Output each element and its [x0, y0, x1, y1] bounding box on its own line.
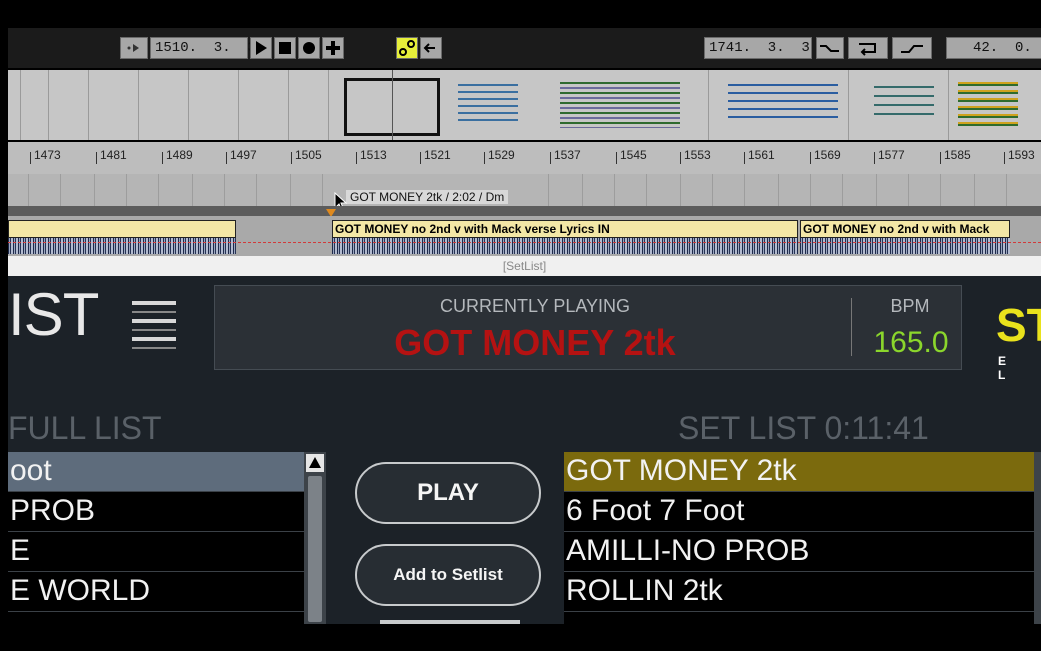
now-playing-panel: CURRENTLY PLAYING GOT MONEY 2tk BPM 165.…	[214, 285, 962, 370]
ruler-tick: 1529	[484, 148, 515, 164]
overview-clip-block	[728, 84, 838, 124]
app-logo-text: IST	[8, 281, 99, 348]
ruler-tick: 1569	[810, 148, 841, 164]
overview-clip-block	[874, 86, 934, 122]
punch-out-icon[interactable]	[892, 37, 932, 59]
follow-icon[interactable]	[396, 37, 418, 59]
beat-time-ruler[interactable]: 1473 1481 1489 1497 1505 1513 1521 1529 …	[8, 142, 1041, 174]
full-list[interactable]: oot PROB E E WORLD	[8, 452, 304, 624]
ruler-tick: 1593	[1004, 148, 1035, 164]
set-list[interactable]: GOT MONEY 2tk 6 Foot 7 Foot AMILLI-NO PR…	[564, 452, 1034, 624]
overview-clip-block	[458, 84, 518, 124]
audio-clip[interactable]: GOT MONEY no 2nd v with Mack	[800, 220, 1010, 238]
ruler-tick: 1561	[744, 148, 775, 164]
ruler-tick: 1513	[356, 148, 387, 164]
set-list-heading: SET LIST 0:11:41	[678, 410, 929, 446]
set-list-item[interactable]: ROLLIN 2tk	[564, 572, 1034, 612]
locator-label[interactable]: GOT MONEY 2tk / 2:02 / Dm	[346, 190, 509, 204]
loop-length-field[interactable]: 42. 0.	[946, 37, 1041, 59]
locator-lane[interactable]: GOT MONEY 2tk / 2:02 / Dm	[8, 174, 1041, 206]
brand-logo-subtitle: E L	[998, 354, 1019, 382]
punch-in-icon[interactable]	[816, 37, 844, 59]
overview-clip-block	[560, 82, 680, 128]
play-button[interactable]: PLAY	[355, 462, 541, 524]
play-icon[interactable]	[250, 37, 272, 59]
scrollbar-thumb[interactable]	[308, 476, 322, 622]
mouse-cursor-icon	[334, 191, 348, 206]
add-icon[interactable]	[322, 37, 344, 59]
currently-playing-label: CURRENTLY PLAYING	[439, 296, 631, 316]
set-list-item[interactable]: 6 Foot 7 Foot	[564, 492, 1034, 532]
bpm-label: BPM	[890, 296, 930, 316]
song-position-field[interactable]: 1510. 3. 3	[150, 37, 256, 59]
scroll-up-arrow-icon[interactable]	[306, 454, 324, 477]
setlist-app: IST CURRENTLY PLAYING GOT MONEY 2tk BPM …	[8, 276, 1041, 624]
hamburger-menu-icon[interactable]	[132, 297, 176, 351]
set-list-item[interactable]: AMILLI-NO PROB	[564, 532, 1034, 572]
next-button-edge[interactable]	[380, 620, 520, 624]
set-list-item-selected[interactable]: GOT MONEY 2tk	[564, 452, 1034, 492]
full-list-heading: FULL LIST	[8, 410, 162, 446]
list-item[interactable]: PROB	[8, 492, 304, 532]
full-list-scrollbar[interactable]	[304, 452, 326, 624]
overview-clip-block	[958, 82, 1018, 128]
loop-position-field[interactable]: 1741. 3. 3	[704, 37, 812, 59]
record-icon[interactable]	[298, 37, 320, 59]
set-list-scrollbar[interactable]	[1034, 452, 1041, 624]
ruler-tick: 1505	[291, 148, 322, 164]
ruler-tick: 1585	[940, 148, 971, 164]
automation-line	[8, 242, 1041, 243]
ruler-tick: 1537	[550, 148, 581, 164]
list-item[interactable]: E WORLD	[8, 572, 304, 612]
bpm-divider	[851, 298, 852, 356]
arrow-left-icon[interactable]	[420, 37, 442, 59]
ruler-tick: 1521	[420, 148, 451, 164]
clip-waveform	[800, 238, 1010, 254]
metronome-icon[interactable]	[120, 37, 148, 59]
currently-playing-song: GOT MONEY 2tk	[394, 322, 676, 363]
audio-track-lane[interactable]: GOT MONEY no 2nd v with Mack verse Lyric…	[8, 216, 1041, 256]
arrangement-overview[interactable]	[8, 70, 1041, 140]
stop-icon[interactable]	[274, 37, 296, 59]
window-title: [SetList]	[8, 256, 1041, 276]
ruler-tick: 1545	[616, 148, 647, 164]
add-to-setlist-button[interactable]: Add to Setlist	[355, 544, 541, 606]
transport-bar: 1510. 3. 3 1741. 3. 3 42. 0.	[8, 28, 1041, 68]
list-item-selected[interactable]: oot	[8, 452, 304, 492]
audio-clip[interactable]: GOT MONEY no 2nd v with Mack verse Lyric…	[332, 220, 798, 238]
ruler-tick: 1497	[226, 148, 257, 164]
audio-clip[interactable]	[8, 220, 236, 238]
ruler-tick: 1489	[162, 148, 193, 164]
ruler-tick: 1481	[96, 148, 127, 164]
brand-logo: ST	[996, 299, 1041, 351]
list-item[interactable]: E	[8, 532, 304, 572]
clip-waveform	[332, 238, 798, 254]
ruler-tick: 1577	[874, 148, 905, 164]
loop-position-value: 1741. 3. 3	[709, 40, 810, 56]
loop-icon[interactable]	[848, 37, 888, 59]
ruler-tick: 1473	[30, 148, 61, 164]
ruler-tick: 1553	[680, 148, 711, 164]
bpm-value: 165.0	[873, 326, 949, 359]
clip-waveform	[8, 238, 236, 254]
track-divider	[8, 206, 1041, 217]
